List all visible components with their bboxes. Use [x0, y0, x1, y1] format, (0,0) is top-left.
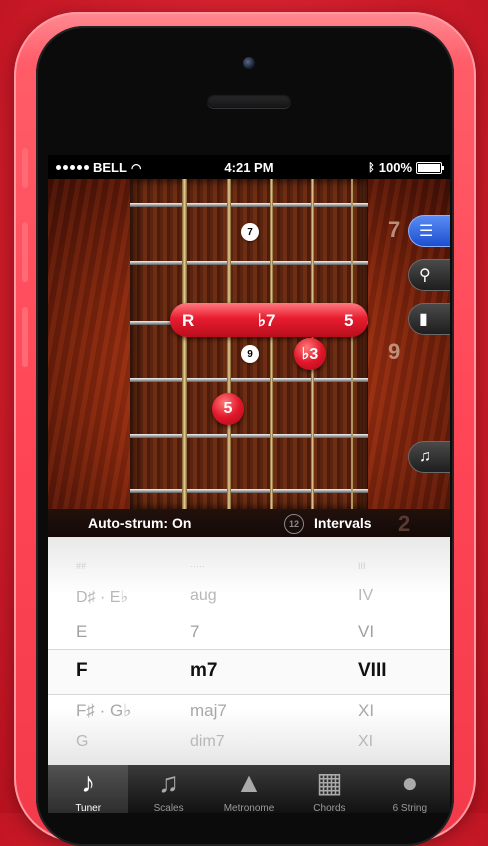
- fret-wire: [130, 434, 368, 438]
- front-camera: [243, 57, 255, 69]
- picker-position: VI: [358, 622, 375, 641]
- guitar-string: [182, 179, 187, 509]
- tab-6-string[interactable]: ● 6 String: [370, 765, 450, 813]
- guitar-string: [270, 179, 273, 509]
- bluetooth-icon: ᛒ: [368, 161, 375, 174]
- volume-up-button: [22, 222, 28, 282]
- document-icon: ▮: [419, 311, 428, 328]
- volume-down-button: [22, 307, 28, 367]
- earpiece-speaker: [207, 94, 291, 108]
- mute-switch: [22, 148, 28, 188]
- picker-position-selected: VIII: [358, 660, 387, 681]
- battery-percent: 100%: [378, 160, 412, 175]
- fret-inlay-9: 9: [241, 345, 259, 363]
- intervals-toggle[interactable]: Intervals: [314, 515, 372, 531]
- picker-root: F♯ · G♭: [76, 701, 132, 720]
- music-button[interactable]: ♫: [408, 441, 450, 473]
- note-fifth[interactable]: 5: [212, 393, 244, 425]
- guitar-body-icon: ●: [401, 767, 419, 798]
- fret-wire: [130, 261, 368, 265]
- guitar-head-icon: ♪: [81, 767, 96, 798]
- wood-background-left: [48, 179, 130, 509]
- fret-number-9: 9: [388, 339, 401, 364]
- tab-label: Chords: [313, 803, 346, 813]
- chord-picker[interactable]: ## ····· III D♯ · E♭ aug IV E 7 VI F m7 …: [48, 537, 450, 765]
- fret-wire: [130, 203, 368, 207]
- note-flat3[interactable]: ♭3: [294, 338, 326, 370]
- chord-grid-icon: ▦: [316, 767, 343, 798]
- guitar-string: [351, 179, 353, 509]
- fret-number-7: 7: [388, 217, 401, 242]
- status-bar: BELL ◠ 4:21 PM ᛒ 100%: [48, 155, 450, 179]
- app-screen: BELL ◠ 4:21 PM ᛒ 100% 7 9 7 9 R ♭7 5 ♭3 …: [48, 155, 450, 813]
- fretboard-options-bar: Auto-strum: On 12 Intervals 2: [48, 509, 450, 537]
- music-notes-icon: ♫: [158, 767, 180, 798]
- fret-wire: [130, 489, 368, 493]
- picker-quality-selected: m7: [190, 660, 218, 681]
- barre-flat7-label: ♭7: [258, 311, 276, 330]
- list-icon: ☰: [419, 223, 434, 240]
- tab-label: Tuner: [75, 803, 102, 813]
- music-note-icon: ♫: [419, 448, 431, 465]
- fret-wire: [130, 378, 368, 382]
- metronome-icon: ▲: [235, 767, 263, 798]
- fret-ghost-icon: 12: [284, 514, 304, 534]
- picker-root: E: [76, 622, 88, 641]
- picker-position: IV: [358, 587, 374, 604]
- ghost-fret-number: 2: [398, 511, 411, 536]
- fretboard-view[interactable]: 7 9 7 9 R ♭7 5 ♭3 5 ☰ ⚲ ▮ ♫: [48, 179, 450, 509]
- fret-inlay-7: 7: [241, 223, 259, 241]
- tab-label: Scales: [153, 803, 184, 813]
- barre-chord-marker[interactable]: R ♭7 5: [170, 303, 368, 337]
- tab-metronome[interactable]: ▲ Metronome: [209, 765, 289, 813]
- guitar-string: [227, 179, 231, 509]
- barre-root-label: R: [182, 311, 195, 330]
- tab-tuner[interactable]: ♪ Tuner: [48, 765, 129, 813]
- picker-quality: maj7: [190, 701, 227, 720]
- picker-root-selected: F: [76, 660, 88, 681]
- picker-selection-band: [48, 649, 450, 695]
- picker-quality: aug: [190, 587, 217, 604]
- tab-scales[interactable]: ♫ Scales: [128, 765, 208, 813]
- picker-root: G: [76, 733, 89, 750]
- search-button[interactable]: ⚲: [408, 259, 450, 291]
- tab-bar: ♪ Tuner ♫ Scales ▲ Metronome ▦ Chords ● …: [48, 765, 450, 813]
- picker-quality: dim7: [190, 733, 225, 750]
- tab-chords[interactable]: ▦ Chords: [289, 765, 369, 813]
- document-button[interactable]: ▮: [408, 303, 450, 335]
- search-icon: ⚲: [419, 267, 431, 284]
- status-time: 4:21 PM: [224, 160, 274, 175]
- picker-root: D♯ · E♭: [76, 589, 128, 606]
- barre-fifth-label: 5: [344, 311, 354, 330]
- picker-quality: 7: [190, 622, 200, 641]
- picker-position: XI: [358, 733, 374, 750]
- battery-icon: [416, 161, 444, 174]
- autostrum-toggle[interactable]: Auto-strum: On: [88, 515, 191, 531]
- list-button[interactable]: ☰: [408, 215, 450, 247]
- picker-position: XI: [358, 701, 375, 720]
- tab-label: Metronome: [223, 803, 275, 813]
- tab-label: 6 String: [392, 803, 428, 813]
